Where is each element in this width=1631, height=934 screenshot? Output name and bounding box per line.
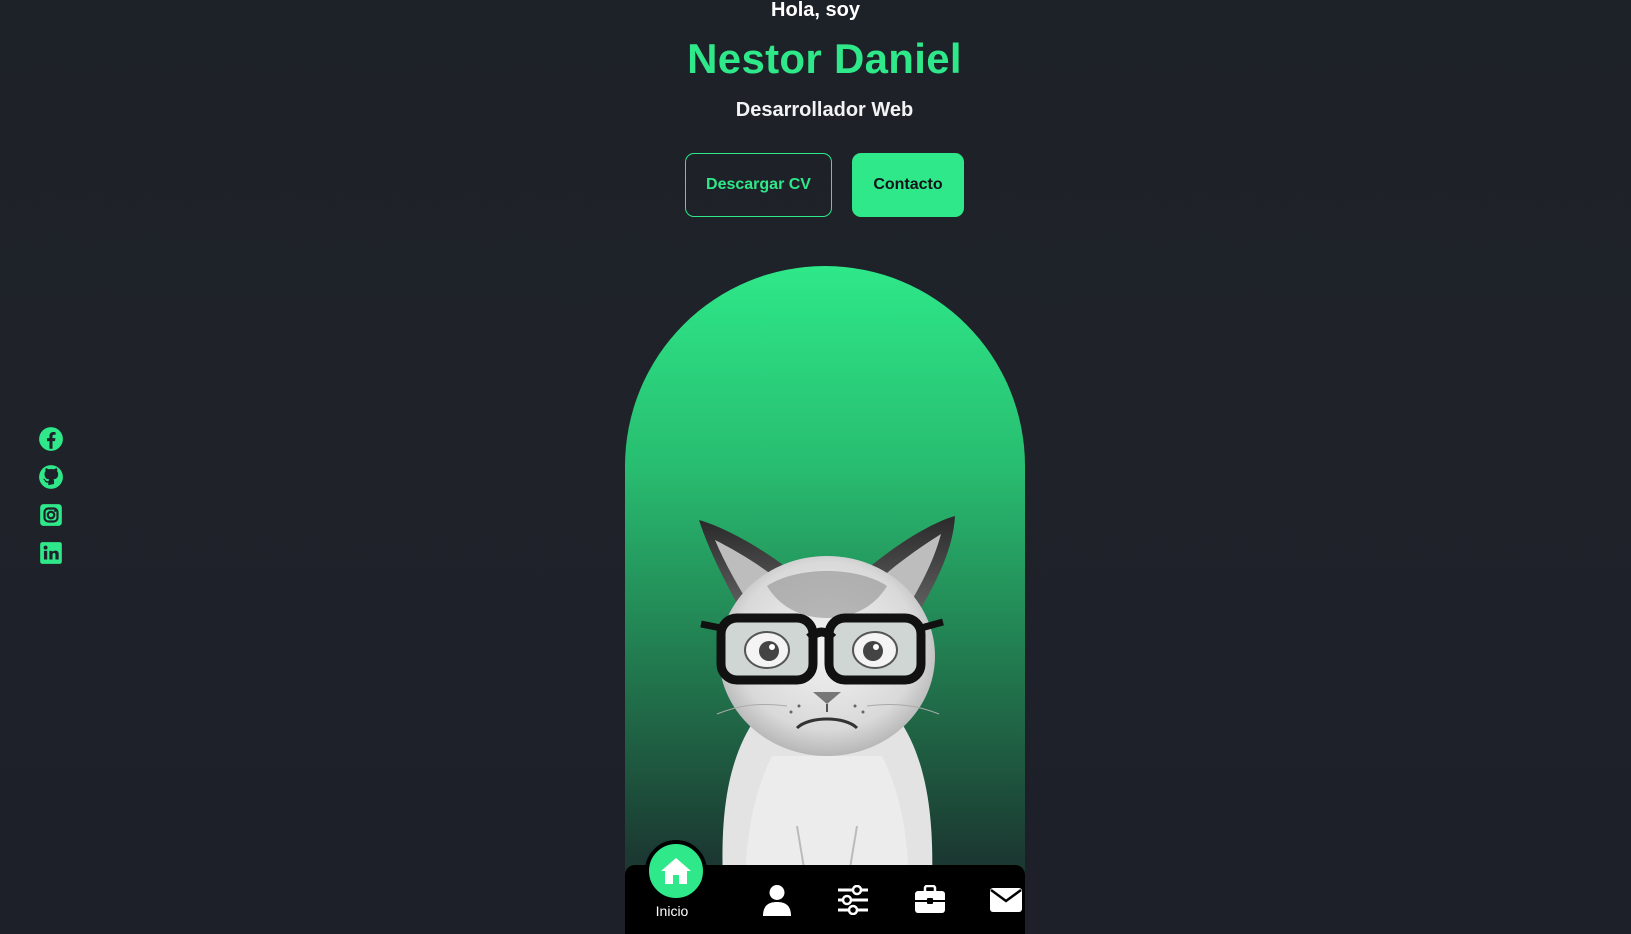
bottom-nav: Inicio <box>625 840 1025 934</box>
envelope-icon <box>990 887 1022 912</box>
download-cv-button[interactable]: Descargar CV <box>685 153 832 217</box>
instagram-icon[interactable] <box>38 502 64 528</box>
facebook-icon[interactable] <box>38 426 64 452</box>
active-nav-indicator <box>645 840 707 902</box>
home-icon <box>661 858 691 884</box>
github-icon[interactable] <box>38 464 64 490</box>
hero-role: Desarrollador Web <box>735 99 914 121</box>
linkedin-icon[interactable] <box>38 540 64 566</box>
social-links <box>38 426 68 578</box>
nav-item-home[interactable]: Inicio <box>625 840 719 934</box>
contact-button[interactable]: Contacto <box>852 153 964 217</box>
nav-item-skills[interactable] <box>818 865 888 934</box>
nav-item-about[interactable] <box>742 865 812 934</box>
user-icon <box>763 884 791 916</box>
sliders-icon <box>838 884 868 915</box>
hero-name: Nestor Daniel <box>687 35 962 82</box>
greeting-text: Hola, soy <box>771 0 860 21</box>
hero-arch <box>625 266 1025 934</box>
briefcase-icon <box>915 884 945 913</box>
nav-item-contact[interactable] <box>971 865 1041 934</box>
nav-label-home: Inicio <box>655 903 689 919</box>
nav-item-portfolio[interactable] <box>895 865 965 934</box>
